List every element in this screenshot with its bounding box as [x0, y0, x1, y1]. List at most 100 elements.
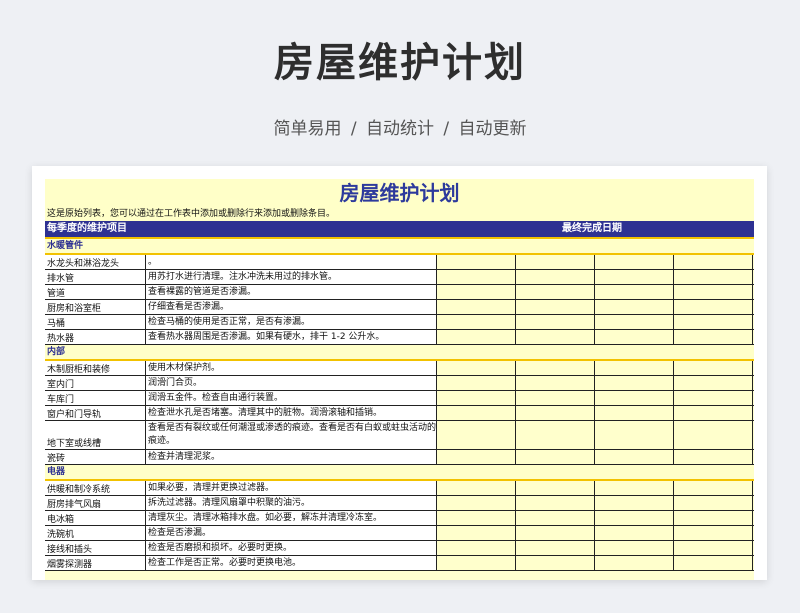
- cell-item[interactable]: 水龙头和淋浴龙头: [45, 255, 146, 269]
- cell-description[interactable]: 使用木材保护剂。: [146, 361, 437, 375]
- cell-date[interactable]: [437, 496, 516, 510]
- cell-date[interactable]: [674, 391, 753, 405]
- cell-date[interactable]: [516, 376, 595, 390]
- cell-date[interactable]: [437, 285, 516, 299]
- cell-date[interactable]: [516, 526, 595, 540]
- cell-date[interactable]: [674, 361, 753, 375]
- cell-description[interactable]: 润滑门合页。: [146, 376, 437, 390]
- cell-item[interactable]: 马桶: [45, 315, 146, 329]
- cell-date[interactable]: [595, 511, 674, 525]
- cell-description[interactable]: 清理灰尘。清理冰箱排水盘。如必要，解冻并清理冷冻室。: [146, 511, 437, 525]
- cell-date[interactable]: [595, 300, 674, 314]
- cell-date[interactable]: [437, 526, 516, 540]
- cell-date[interactable]: [595, 361, 674, 375]
- cell-date[interactable]: [437, 421, 516, 449]
- cell-description[interactable]: 检查泄水孔是否堵塞。清理其中的脏物。润滑滚轴和插销。: [146, 406, 437, 420]
- cell-date[interactable]: [595, 556, 674, 570]
- cell-item[interactable]: 室内门: [45, 376, 146, 390]
- cell-date[interactable]: [516, 481, 595, 495]
- cell-date[interactable]: [595, 270, 674, 284]
- cell-date[interactable]: [595, 391, 674, 405]
- cell-description[interactable]: 用苏打水进行清理。注水冲洗未用过的排水管。: [146, 270, 437, 284]
- cell-description[interactable]: 查看裸露的管道是否渗漏。: [146, 285, 437, 299]
- cell-item[interactable]: 烟雾探测器: [45, 556, 146, 570]
- cell-date[interactable]: [595, 496, 674, 510]
- cell-date[interactable]: [516, 496, 595, 510]
- cell-date[interactable]: [595, 541, 674, 555]
- cell-date[interactable]: [516, 406, 595, 420]
- cell-description[interactable]: 仔细查看是否渗漏。: [146, 300, 437, 314]
- cell-item[interactable]: 瓷砖: [45, 450, 146, 464]
- cell-date[interactable]: [516, 421, 595, 449]
- cell-date[interactable]: [595, 421, 674, 449]
- cell-item[interactable]: 管道: [45, 285, 146, 299]
- cell-item[interactable]: 窗户和门导轨: [45, 406, 146, 420]
- cell-item[interactable]: 电冰箱: [45, 511, 146, 525]
- cell-date[interactable]: [674, 330, 753, 344]
- cell-date[interactable]: [674, 406, 753, 420]
- cell-date[interactable]: [674, 481, 753, 495]
- cell-date[interactable]: [674, 376, 753, 390]
- cell-description[interactable]: 查看是否有裂纹或任何潮湿或渗透的痕迹。查看是否有白蚁或蛀虫活动的痕迹。: [146, 421, 437, 449]
- cell-date[interactable]: [595, 285, 674, 299]
- cell-date[interactable]: [674, 526, 753, 540]
- cell-date[interactable]: [437, 300, 516, 314]
- cell-item[interactable]: 洗碗机: [45, 526, 146, 540]
- cell-description[interactable]: 拆洗过滤器。清理风扇罩中积聚的油污。: [146, 496, 437, 510]
- cell-date[interactable]: [674, 450, 753, 464]
- cell-date[interactable]: [674, 541, 753, 555]
- cell-date[interactable]: [437, 511, 516, 525]
- cell-date[interactable]: [437, 315, 516, 329]
- cell-date[interactable]: [437, 406, 516, 420]
- cell-item[interactable]: 木制厨柜和装修: [45, 361, 146, 375]
- cell-item[interactable]: 供暖和制冷系统: [45, 481, 146, 495]
- cell-description[interactable]: 检查马桶的使用是否正常，是否有渗漏。: [146, 315, 437, 329]
- cell-item[interactable]: 接线和插头: [45, 541, 146, 555]
- cell-date[interactable]: [437, 376, 516, 390]
- cell-date[interactable]: [595, 255, 674, 269]
- cell-date[interactable]: [437, 541, 516, 555]
- cell-date[interactable]: [674, 270, 753, 284]
- cell-date[interactable]: [674, 496, 753, 510]
- cell-item[interactable]: 厨房排气风扇: [45, 496, 146, 510]
- cell-date[interactable]: [674, 315, 753, 329]
- cell-date[interactable]: [516, 556, 595, 570]
- cell-date[interactable]: [516, 361, 595, 375]
- cell-date[interactable]: [516, 300, 595, 314]
- cell-item[interactable]: 地下室或线槽: [45, 421, 146, 449]
- cell-description[interactable]: 查看热水器周围是否渗漏。如果有硬水，排干 1-2 公升水。: [146, 330, 437, 344]
- cell-date[interactable]: [674, 556, 753, 570]
- cell-date[interactable]: [516, 255, 595, 269]
- cell-date[interactable]: [595, 526, 674, 540]
- cell-item[interactable]: 车库门: [45, 391, 146, 405]
- cell-date[interactable]: [516, 285, 595, 299]
- cell-date[interactable]: [437, 481, 516, 495]
- cell-date[interactable]: [674, 421, 753, 449]
- cell-description[interactable]: 检查是否磨损和损坏。必要时更换。: [146, 541, 437, 555]
- cell-description[interactable]: 检查工作是否正常。必要时更换电池。: [146, 556, 437, 570]
- cell-date[interactable]: [674, 300, 753, 314]
- cell-date[interactable]: [516, 330, 595, 344]
- cell-item[interactable]: 厨房和浴室柜: [45, 300, 146, 314]
- cell-description[interactable]: 如果必要，清理并更换过滤器。: [146, 481, 437, 495]
- cell-date[interactable]: [516, 511, 595, 525]
- cell-item[interactable]: 排水管: [45, 270, 146, 284]
- cell-date[interactable]: [595, 315, 674, 329]
- cell-date[interactable]: [437, 391, 516, 405]
- cell-description[interactable]: 。: [146, 255, 437, 269]
- cell-date[interactable]: [674, 255, 753, 269]
- cell-date[interactable]: [516, 450, 595, 464]
- cell-date[interactable]: [595, 450, 674, 464]
- cell-date[interactable]: [595, 481, 674, 495]
- cell-date[interactable]: [595, 376, 674, 390]
- cell-date[interactable]: [674, 285, 753, 299]
- cell-date[interactable]: [437, 330, 516, 344]
- cell-date[interactable]: [595, 406, 674, 420]
- cell-item[interactable]: 热水器: [45, 330, 146, 344]
- cell-date[interactable]: [437, 450, 516, 464]
- cell-description[interactable]: 检查并清理泥浆。: [146, 450, 437, 464]
- cell-description[interactable]: 检查是否渗漏。: [146, 526, 437, 540]
- cell-date[interactable]: [437, 255, 516, 269]
- cell-description[interactable]: 润滑五金件。检查自由通行装置。: [146, 391, 437, 405]
- cell-date[interactable]: [516, 391, 595, 405]
